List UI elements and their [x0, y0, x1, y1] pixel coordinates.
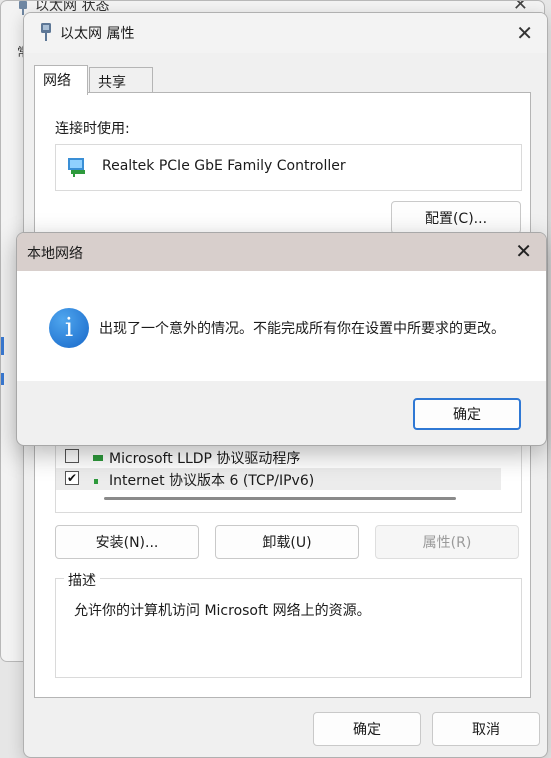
close-icon[interactable]: ✕ — [516, 21, 533, 45]
protocol-icon — [94, 479, 98, 484]
info-icon: i — [49, 308, 89, 348]
network-icon — [41, 23, 51, 41]
background-link-mark — [1, 373, 4, 385]
configure-button[interactable]: 配置(C)... — [391, 201, 521, 234]
connection-items-list: Microsoft LLDP 协议驱动程序 ✔ Internet 协议版本 6 … — [55, 443, 522, 513]
install-button[interactable]: 安装(N)... — [55, 525, 199, 559]
adapter-box: Realtek PCIe GbE Family Controller — [55, 144, 522, 191]
ok-button[interactable]: 确定 — [313, 712, 421, 746]
tab-network[interactable]: 网络 — [34, 65, 88, 95]
properties-window-title: 以太网 属性 — [60, 26, 135, 42]
tab-sharing[interactable]: 共享 — [89, 67, 153, 93]
list-item[interactable]: ✔ Internet 协议版本 6 (TCP/IPv6) — [56, 468, 501, 490]
dialog-ok-button[interactable]: 确定 — [413, 398, 521, 430]
item-label: Microsoft LLDP 协议驱动程序 — [109, 451, 301, 467]
description-group: 描述 允许你的计算机访问 Microsoft 网络上的资源。 — [55, 570, 522, 678]
dialog-titlebar: 本地网络 ✕ — [17, 233, 546, 271]
close-icon[interactable]: ✕ — [515, 239, 532, 263]
background-link-mark — [1, 337, 4, 355]
network-adapter-icon — [68, 158, 85, 177]
cancel-button[interactable]: 取消 — [432, 712, 540, 746]
horizontal-scrollbar[interactable] — [104, 497, 456, 500]
local-network-dialog: 本地网络 ✕ i 出现了一个意外的情况。不能完成所有你在设置中所要求的更改。 确… — [16, 232, 547, 446]
list-item[interactable]: Microsoft LLDP 协议驱动程序 — [56, 446, 501, 468]
item-checkbox[interactable] — [65, 449, 79, 463]
adapter-name: Realtek PCIe GbE Family Controller — [102, 158, 346, 174]
dialog-title: 本地网络 — [27, 246, 83, 262]
properties-titlebar: 以太网 属性 ✕ — [24, 13, 547, 53]
item-checkbox[interactable]: ✔ — [65, 471, 79, 485]
description-text: 允许你的计算机访问 Microsoft 网络上的资源。 — [74, 603, 371, 619]
dialog-message: 出现了一个意外的情况。不能完成所有你在设置中所要求的更改。 — [99, 321, 505, 337]
dialog-body: i 出现了一个意外的情况。不能完成所有你在设置中所要求的更改。 — [17, 271, 546, 381]
item-properties-button[interactable]: 属性(R) — [375, 525, 519, 559]
connect-using-label: 连接时使用: — [55, 121, 130, 137]
uninstall-button[interactable]: 卸载(U) — [215, 525, 359, 559]
protocol-icon — [93, 455, 103, 461]
description-legend: 描述 — [64, 570, 100, 590]
item-label: Internet 协议版本 6 (TCP/IPv6) — [109, 473, 315, 489]
